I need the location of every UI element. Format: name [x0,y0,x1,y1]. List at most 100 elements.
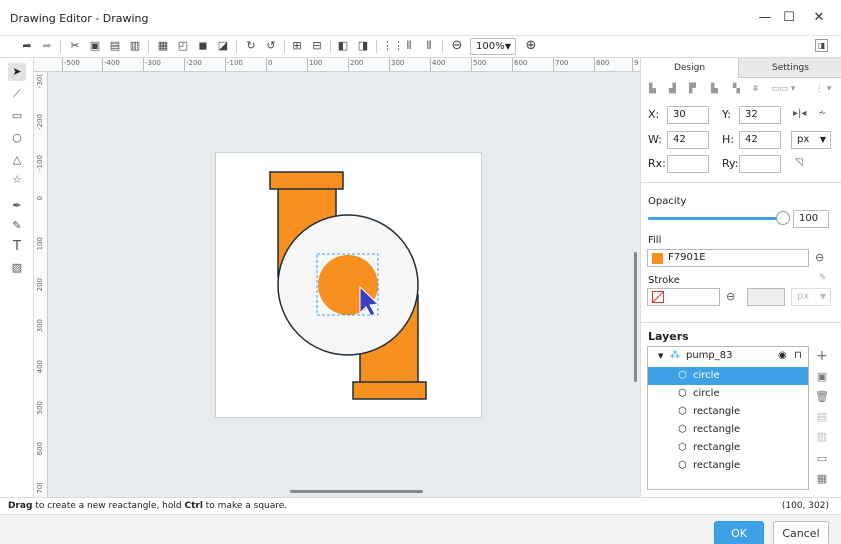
rx-input[interactable] [667,155,709,173]
toggle-panel-icon[interactable]: ◨ [815,39,828,52]
vertical-scrollbar[interactable] [634,252,637,382]
select-tool-icon[interactable]: ➤ [8,63,26,81]
unit-select[interactable]: px ▼ [791,131,831,149]
zoom-in-icon[interactable]: ⊕ [524,39,538,53]
align-center-icon[interactable]: ▙ [711,84,718,94]
stroke-color-input[interactable] [647,288,720,306]
horizontal-scrollbar[interactable] [290,490,423,493]
eyedropper-icon[interactable]: ✎ [819,273,827,283]
undo-icon[interactable]: ➦ [20,39,34,53]
align-left-icon[interactable]: ▙ [649,84,656,94]
fill-color-swatch[interactable] [652,253,663,264]
artboard[interactable] [215,152,482,418]
pump-drawing[interactable] [216,153,483,419]
ruler-label: 100 [309,59,323,67]
stroke-unit-select[interactable]: px ▼ [791,288,831,306]
duplicate-layer-icon[interactable]: ▣ [815,370,829,383]
ungroup-icon[interactable]: ⊟ [310,39,324,53]
tab-design[interactable]: Design [641,58,739,78]
align-right-icon[interactable]: ⩩ [753,84,758,94]
distribute-h-icon[interactable]: ⦀ [402,39,416,53]
rotate-right-icon[interactable]: ↻ [244,39,258,53]
layer-group-row[interactable]: ▼ ⁂ pump_83 ◉ ⊓ [648,347,808,365]
move-up-icon[interactable]: ▤ [815,410,829,423]
stroke-link-icon[interactable]: ⊖ [726,290,735,303]
paste-icon[interactable]: ▤ [108,39,122,53]
rotate-left-icon[interactable]: ↺ [264,39,278,53]
copy-icon[interactable]: ▣ [88,39,102,53]
minimize-button[interactable]: — [754,8,776,28]
bring-front-icon[interactable]: ▦ [156,39,170,53]
y-input[interactable]: 32 [739,106,781,124]
layer-item[interactable]: ⬡ rectangle [648,439,808,457]
layer-item[interactable]: ⬡ rectangle [648,421,808,439]
link-icon[interactable]: ⊖ [815,251,824,264]
layer-item[interactable]: ⬡ rectangle [648,457,808,475]
rectangle-tool-icon[interactable]: ▭ [8,107,26,125]
align-top-icon[interactable]: ▛ [689,84,696,94]
stroke-width-input[interactable] [747,288,785,306]
flip-horizontal-icon[interactable]: ▸|◂ [793,108,806,119]
cancel-button[interactable]: Cancel [773,521,829,544]
tab-settings[interactable]: Settings [739,58,841,78]
flange-top[interactable] [269,171,344,190]
corner-radius-icon[interactable]: ◹ [795,157,803,168]
width-input[interactable]: 42 [667,131,709,149]
ruler-label: 500 [473,59,487,67]
ok-button[interactable]: OK [714,521,764,544]
expand-icon[interactable]: ▼ [658,347,663,365]
pen-tool-icon[interactable]: ✒ [8,197,26,215]
bring-forward-icon[interactable]: ◼ [196,39,210,53]
polygon-tool-icon[interactable]: △ [8,151,26,169]
delete-icon[interactable]: ▥ [128,39,142,53]
shape-layer-icon: ⬡ [678,406,687,417]
ellipse-tool-icon[interactable]: ○ [8,129,26,147]
fill-input[interactable]: F7901E [647,249,809,267]
visibility-icon[interactable]: ◉ [778,347,787,365]
distribute-v-icon[interactable]: ⦀ [422,39,436,53]
height-input[interactable]: 42 [739,131,781,149]
layer-item[interactable]: ⬡ circle [648,385,808,403]
flip-vertical-icon[interactable]: ⩪ [818,108,826,119]
layers-list[interactable]: ▼ ⁂ pump_83 ◉ ⊓ ⬡ circle ⬡ circle ⬡ rectangle… [647,346,809,490]
cut-icon[interactable]: ✂ [68,39,82,53]
group-icon[interactable]: ⊞ [290,39,304,53]
send-backward-icon[interactable]: ◪ [216,39,230,53]
distribute-icon[interactable]: ▭▭ ▾ [771,84,795,94]
add-layer-icon[interactable]: + [815,348,829,364]
flange-bottom[interactable] [352,381,427,400]
opacity-slider[interactable] [648,217,783,220]
delete-layer-icon[interactable]: 🗑 [815,390,829,403]
star-tool-icon[interactable]: ☆ [8,171,26,189]
opacity-input[interactable]: 100 [793,210,829,228]
unlock-icon[interactable]: ◨ [356,39,370,53]
pencil-tool-icon[interactable]: ✎ [8,217,26,235]
maximize-button[interactable]: ☐ [778,8,800,28]
ry-input[interactable] [739,155,781,173]
redo-icon[interactable]: ➦ [40,39,54,53]
lock-icon[interactable]: ◧ [336,39,350,53]
close-button[interactable]: ✕ [808,8,830,28]
align-middle-icon[interactable]: ▚ [733,84,740,94]
line-tool-icon[interactable]: ⟋ [8,85,26,103]
ruler-label: 70( [36,482,44,494]
align-icon[interactable]: ⋮⋮ [382,39,404,53]
layer-item[interactable]: ⬡ rectangle [648,403,808,421]
paste-layer-icon[interactable]: ▦ [815,472,829,485]
align-bottom-icon[interactable]: ▟ [669,84,676,94]
copy-layer-icon[interactable]: ▭ [815,452,829,465]
layer-item[interactable]: ⬡ circle [648,367,808,385]
text-tool-icon[interactable]: T [8,238,26,256]
move-down-icon[interactable]: ▥ [815,430,829,443]
zoom-out-icon[interactable]: ⊖ [450,39,464,53]
send-back-icon[interactable]: ◰ [176,39,190,53]
more-align-icon[interactable]: ⋮ ▾ [815,84,831,94]
x-input[interactable]: 30 [667,106,709,124]
opacity-slider-thumb[interactable] [776,211,790,225]
zoom-select[interactable]: 100% ▼ [470,38,516,55]
image-tool-icon[interactable]: ▨ [8,259,26,277]
lock-layer-icon[interactable]: ⊓ [794,347,802,365]
drawing-canvas[interactable] [48,72,640,497]
no-color-icon [652,291,664,303]
ruler-label: 300 [391,59,405,67]
